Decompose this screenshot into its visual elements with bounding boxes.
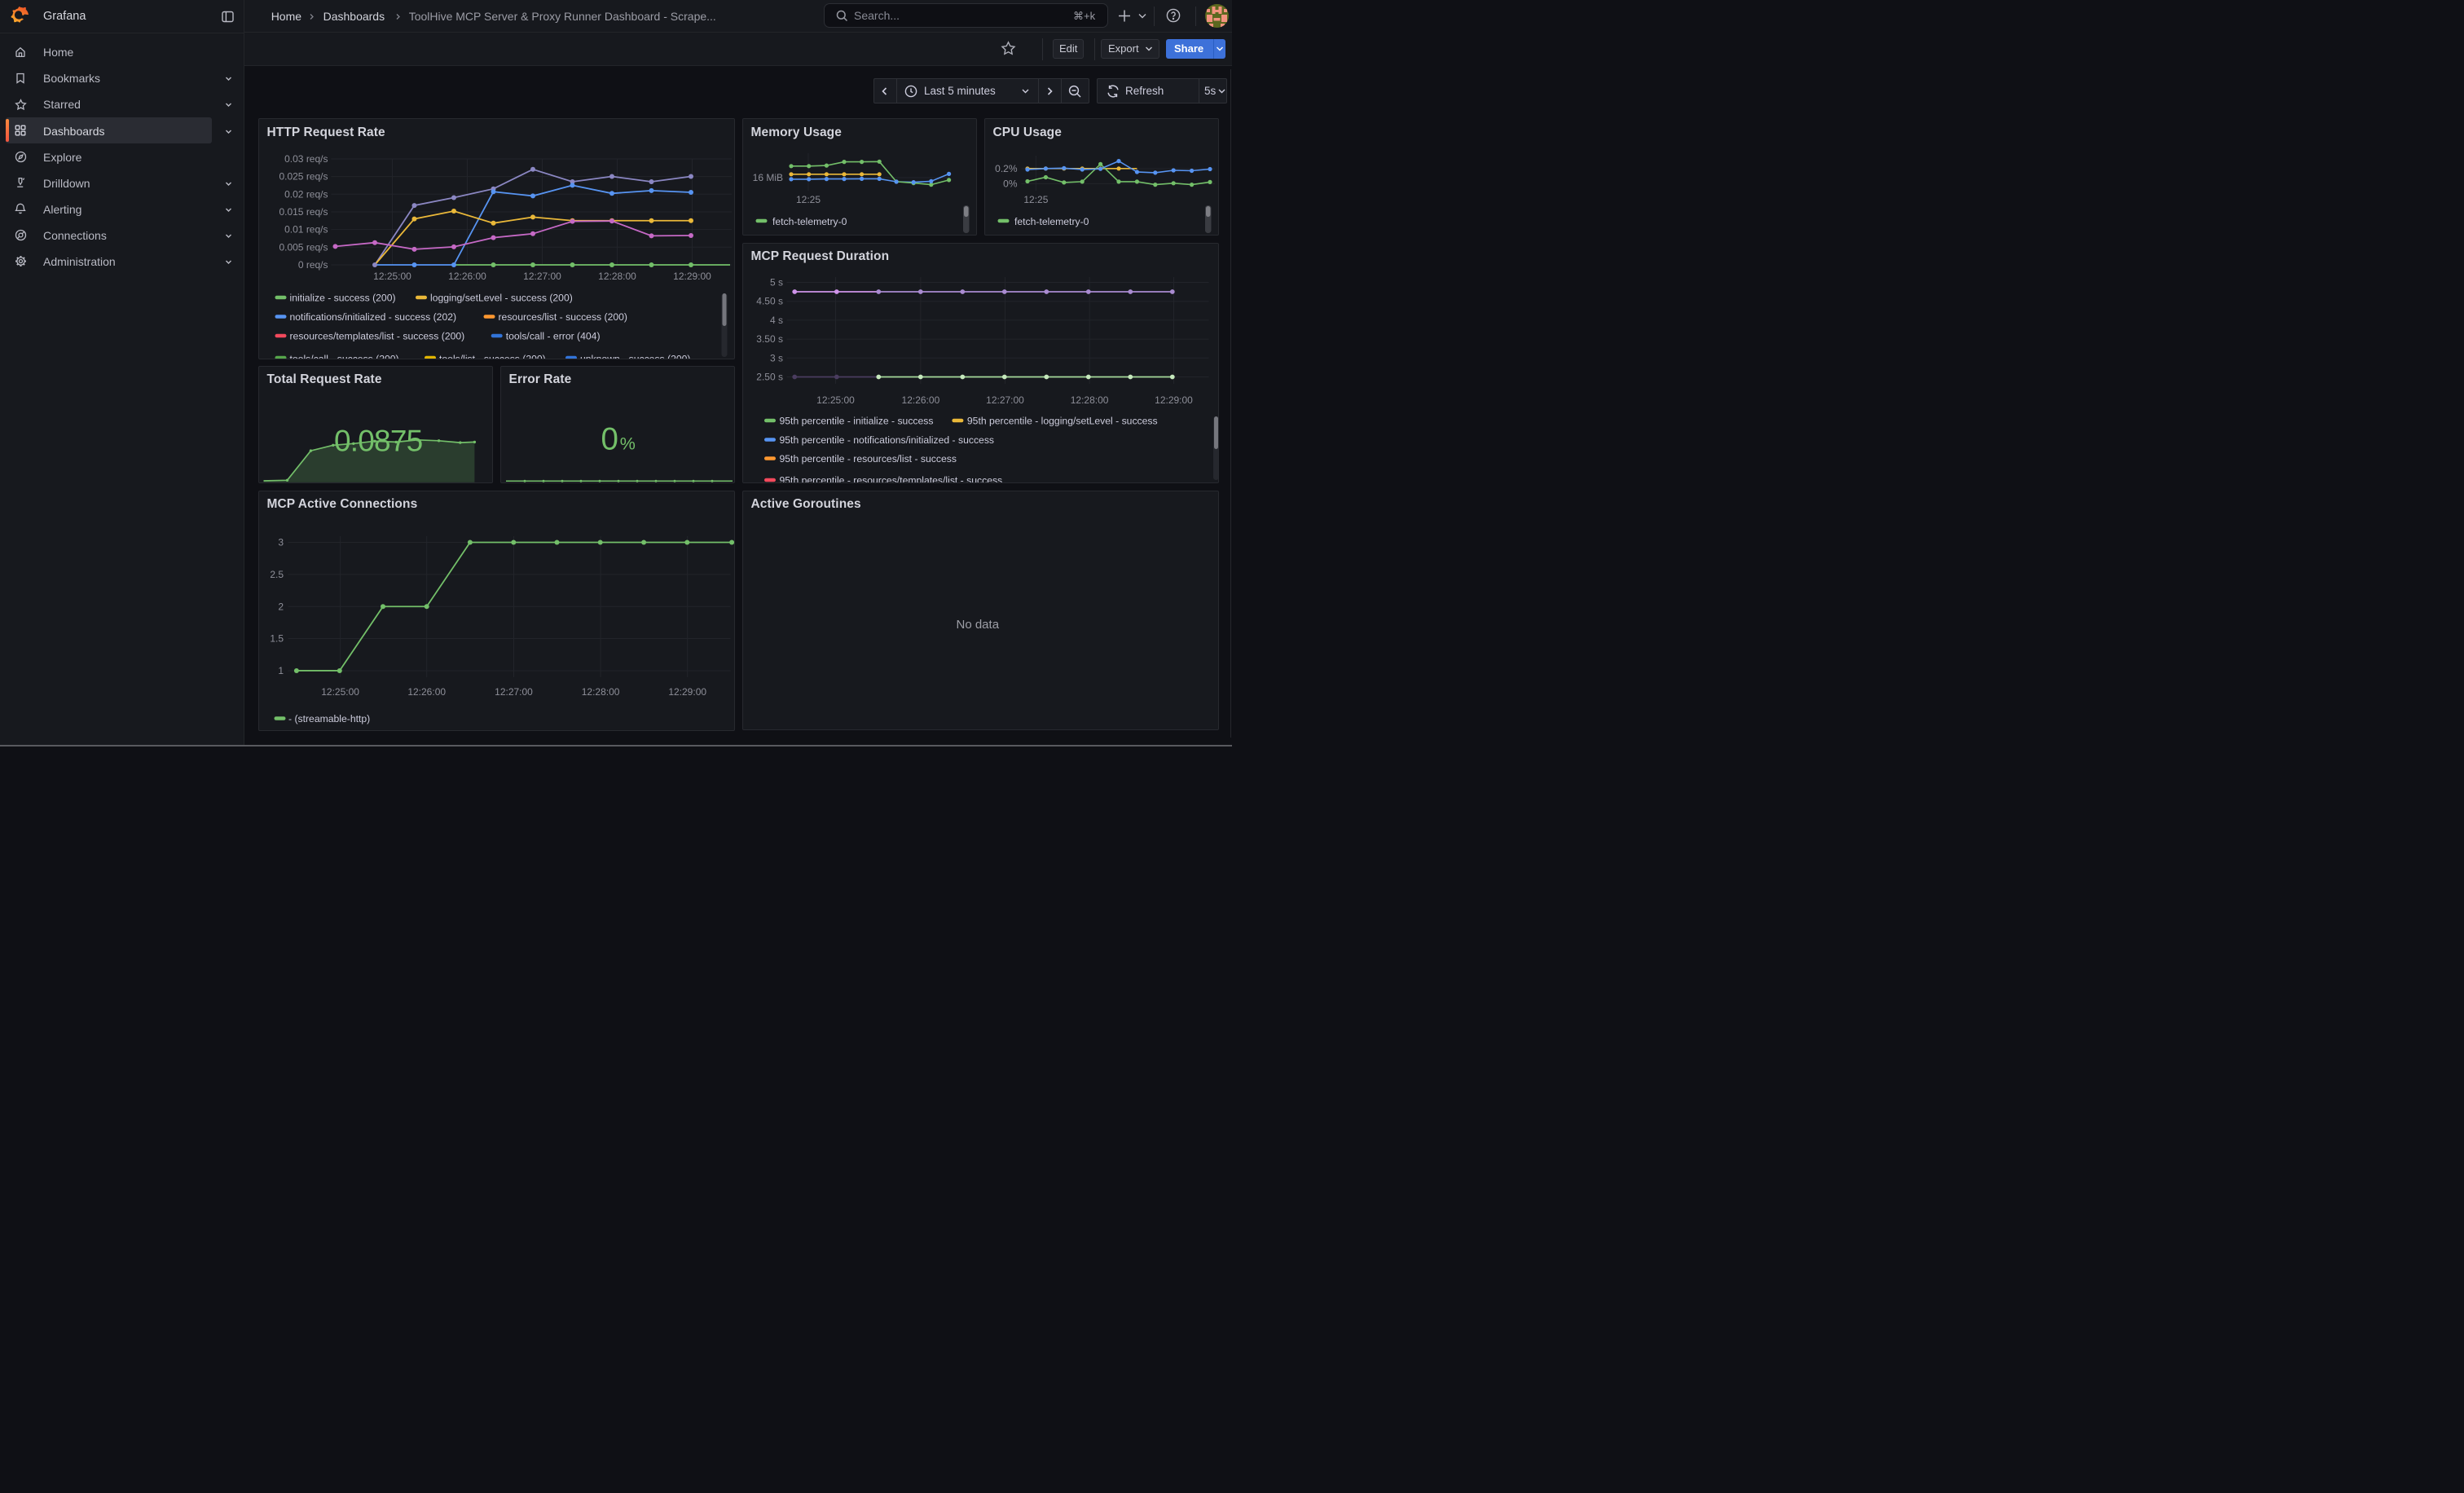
svg-text:95th percentile - logging/setL: 95th percentile - logging/setLevel - suc… [966,415,1157,426]
svg-text:12:28:00: 12:28:00 [581,686,619,698]
svg-text:12:29:00: 12:29:00 [1155,394,1193,406]
svg-text:0.005 req/s: 0.005 req/s [279,241,328,253]
svg-text:resources/templates/list - suc: resources/templates/list - success (200) [289,331,464,342]
svg-text:1.5: 1.5 [270,632,284,644]
svg-text:0.0875: 0.0875 [334,424,423,457]
svg-text:12:26:00: 12:26:00 [407,686,446,698]
svg-text:fetch-telemetry-0: fetch-telemetry-0 [772,216,847,227]
svg-text:2: 2 [278,601,284,612]
svg-text:0.015 req/s: 0.015 req/s [279,206,328,218]
svg-text:4.50 s: 4.50 s [756,295,783,306]
svg-text:95th percentile - resources/te: 95th percentile - resources/templates/li… [779,474,1002,482]
svg-text:12:25:00: 12:25:00 [816,394,855,406]
svg-text:logging/setLevel - success (20: logging/setLevel - success (200) [430,293,573,304]
svg-text:4 s: 4 s [769,314,782,325]
svg-text:12:29:00: 12:29:00 [668,686,706,698]
svg-text:12:25:00: 12:25:00 [321,686,359,698]
svg-text:5 s: 5 s [769,276,782,288]
svg-text:0.2%: 0.2% [995,163,1018,174]
svg-text:unknown - success (200): unknown - success (200) [580,354,690,359]
svg-text:0: 0 [601,421,618,456]
svg-text:tools/call - success (200): tools/call - success (200) [289,354,398,359]
svg-text:12:29:00: 12:29:00 [673,271,711,282]
svg-text:2.5: 2.5 [270,569,284,580]
svg-text:initialize - success (200): initialize - success (200) [289,293,395,304]
svg-text:notifications/initialized - su: notifications/initialized - success (202… [289,311,456,323]
svg-text:16 MiB: 16 MiB [752,172,782,183]
svg-text:95th percentile - initialize -: 95th percentile - initialize - success [779,415,933,426]
svg-text:12:26:00: 12:26:00 [901,394,939,406]
svg-text:12:28:00: 12:28:00 [1070,394,1108,406]
svg-text:12:25:00: 12:25:00 [373,271,411,282]
svg-text:0%: 0% [1003,178,1018,189]
svg-text:0 req/s: 0 req/s [297,259,328,271]
svg-text:12:27:00: 12:27:00 [986,394,1024,406]
svg-text:12:27:00: 12:27:00 [523,271,561,282]
svg-text:2.50 s: 2.50 s [756,371,783,382]
svg-text:1: 1 [278,665,284,676]
svg-text:12:25: 12:25 [795,194,820,205]
svg-text:tools/list - success (200): tools/list - success (200) [439,354,546,359]
svg-text:95th percentile - notification: 95th percentile - notifications/initiali… [779,434,994,446]
svg-text:3.50 s: 3.50 s [756,333,783,345]
svg-text:0.025 req/s: 0.025 req/s [279,171,328,183]
svg-text:%: % [619,434,635,453]
svg-text:12:25: 12:25 [1023,194,1048,205]
svg-text:resources/list - success (200): resources/list - success (200) [498,311,627,323]
svg-text:3 s: 3 s [769,352,782,363]
svg-text:0.03 req/s: 0.03 req/s [284,153,328,165]
svg-text:0.01 req/s: 0.01 req/s [284,224,328,236]
svg-text:0.02 req/s: 0.02 req/s [284,188,328,200]
svg-text:12:28:00: 12:28:00 [598,271,636,282]
svg-text:95th percentile - resources/li: 95th percentile - resources/list - succe… [779,453,956,465]
svg-text:3: 3 [278,536,284,548]
svg-text:tools/call - error (404): tools/call - error (404) [505,331,600,342]
svg-text:12:27:00: 12:27:00 [495,686,533,698]
svg-text:- (streamable-http): - (streamable-http) [288,713,370,724]
svg-text:12:26:00: 12:26:00 [448,271,486,282]
svg-text:fetch-telemetry-0: fetch-telemetry-0 [1014,216,1089,227]
